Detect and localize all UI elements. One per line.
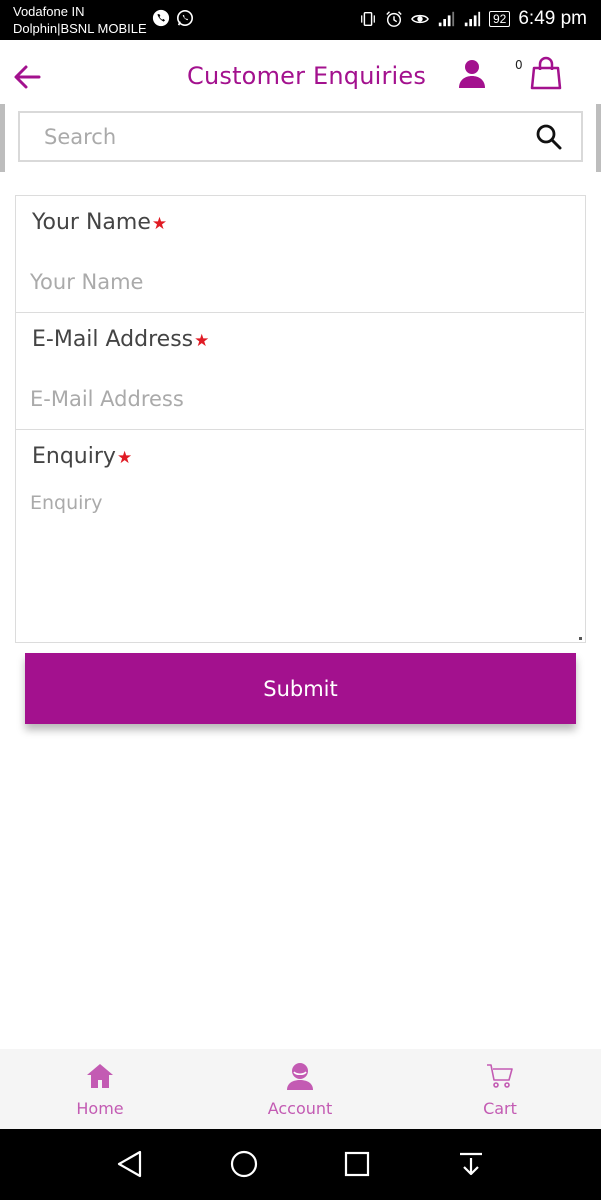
nav-item-home[interactable]: Home (0, 1049, 200, 1129)
alarm-icon (386, 11, 402, 27)
nav-item-cart[interactable]: Cart (400, 1049, 600, 1129)
clock: 6:49 pm (518, 8, 587, 29)
required-star-icon: ★ (116, 448, 133, 468)
vibrate-icon (361, 11, 375, 27)
battery-indicator: 92 (488, 11, 511, 27)
page-title: Customer Enquiries (187, 62, 427, 90)
search-bar (18, 111, 583, 162)
required-star-icon: ★ (151, 214, 168, 234)
email-field-group: E-Mail Address★ (16, 313, 584, 430)
app-header: Customer Enquiries 0 (0, 40, 601, 110)
notification-pulldown-icon[interactable] (456, 1149, 486, 1179)
carrier-info: Vodafone IN Dolphin|BSNL MOBILE (13, 3, 147, 37)
bottom-navigation: Home Account Cart (0, 1049, 601, 1129)
signal-strength-icon (438, 11, 455, 27)
signal-strength-2-icon (464, 11, 481, 27)
email-input[interactable] (30, 381, 570, 417)
enquiry-textarea[interactable] (30, 492, 575, 630)
name-field-group: Your Name★ (16, 196, 584, 313)
enquiry-field-label: Enquiry★ (32, 444, 132, 469)
search-icon[interactable] (535, 123, 563, 151)
back-triangle-icon[interactable] (115, 1149, 145, 1179)
status-right: 92 6:49 pm (359, 8, 587, 30)
enquiry-form: Your Name★ E-Mail Address★ Enquiry★ (15, 195, 586, 643)
email-field-label: E-Mail Address★ (32, 327, 209, 352)
account-icon (287, 1063, 313, 1090)
right-edge-divider (596, 104, 601, 172)
nav-label-home: Home (76, 1099, 124, 1118)
eye-comfort-icon (411, 14, 429, 24)
enquiry-field-group: Enquiry★ (16, 430, 584, 641)
notification-icons (152, 9, 194, 27)
carrier-line-1: Vodafone IN (13, 4, 85, 19)
recents-square-icon[interactable] (342, 1149, 372, 1179)
whatsapp-icon (176, 9, 194, 27)
cart-icon (487, 1064, 513, 1088)
carrier-line-2: Dolphin|BSNL MOBILE (13, 21, 147, 36)
user-profile-icon[interactable] (457, 58, 487, 90)
back-arrow-icon[interactable] (12, 62, 42, 92)
home-icon (87, 1064, 113, 1088)
phone-call-icon (152, 9, 170, 27)
textarea-resize-handle[interactable] (579, 637, 582, 640)
nav-label-account: Account (267, 1099, 333, 1118)
left-edge-divider (0, 104, 5, 172)
nav-label-cart: Cart (483, 1099, 517, 1118)
enquiry-label-text: Enquiry (32, 444, 116, 469)
name-input[interactable] (30, 264, 570, 300)
submit-button[interactable]: Submit (25, 653, 576, 724)
cart-count-badge: 0 (515, 58, 523, 72)
nav-item-account[interactable]: Account (200, 1049, 400, 1129)
name-field-label: Your Name★ (32, 210, 167, 235)
shopping-bag-icon[interactable] (530, 56, 562, 90)
android-navigation-bar (0, 1129, 601, 1200)
required-star-icon: ★ (194, 331, 210, 351)
search-input[interactable] (44, 113, 514, 160)
email-label-text: E-Mail Address (32, 327, 194, 352)
name-label-text: Your Name (32, 210, 151, 235)
status-bar: Vodafone IN Dolphin|BSNL MOBILE 92 6:49 … (0, 0, 601, 40)
home-circle-icon[interactable] (229, 1149, 259, 1179)
